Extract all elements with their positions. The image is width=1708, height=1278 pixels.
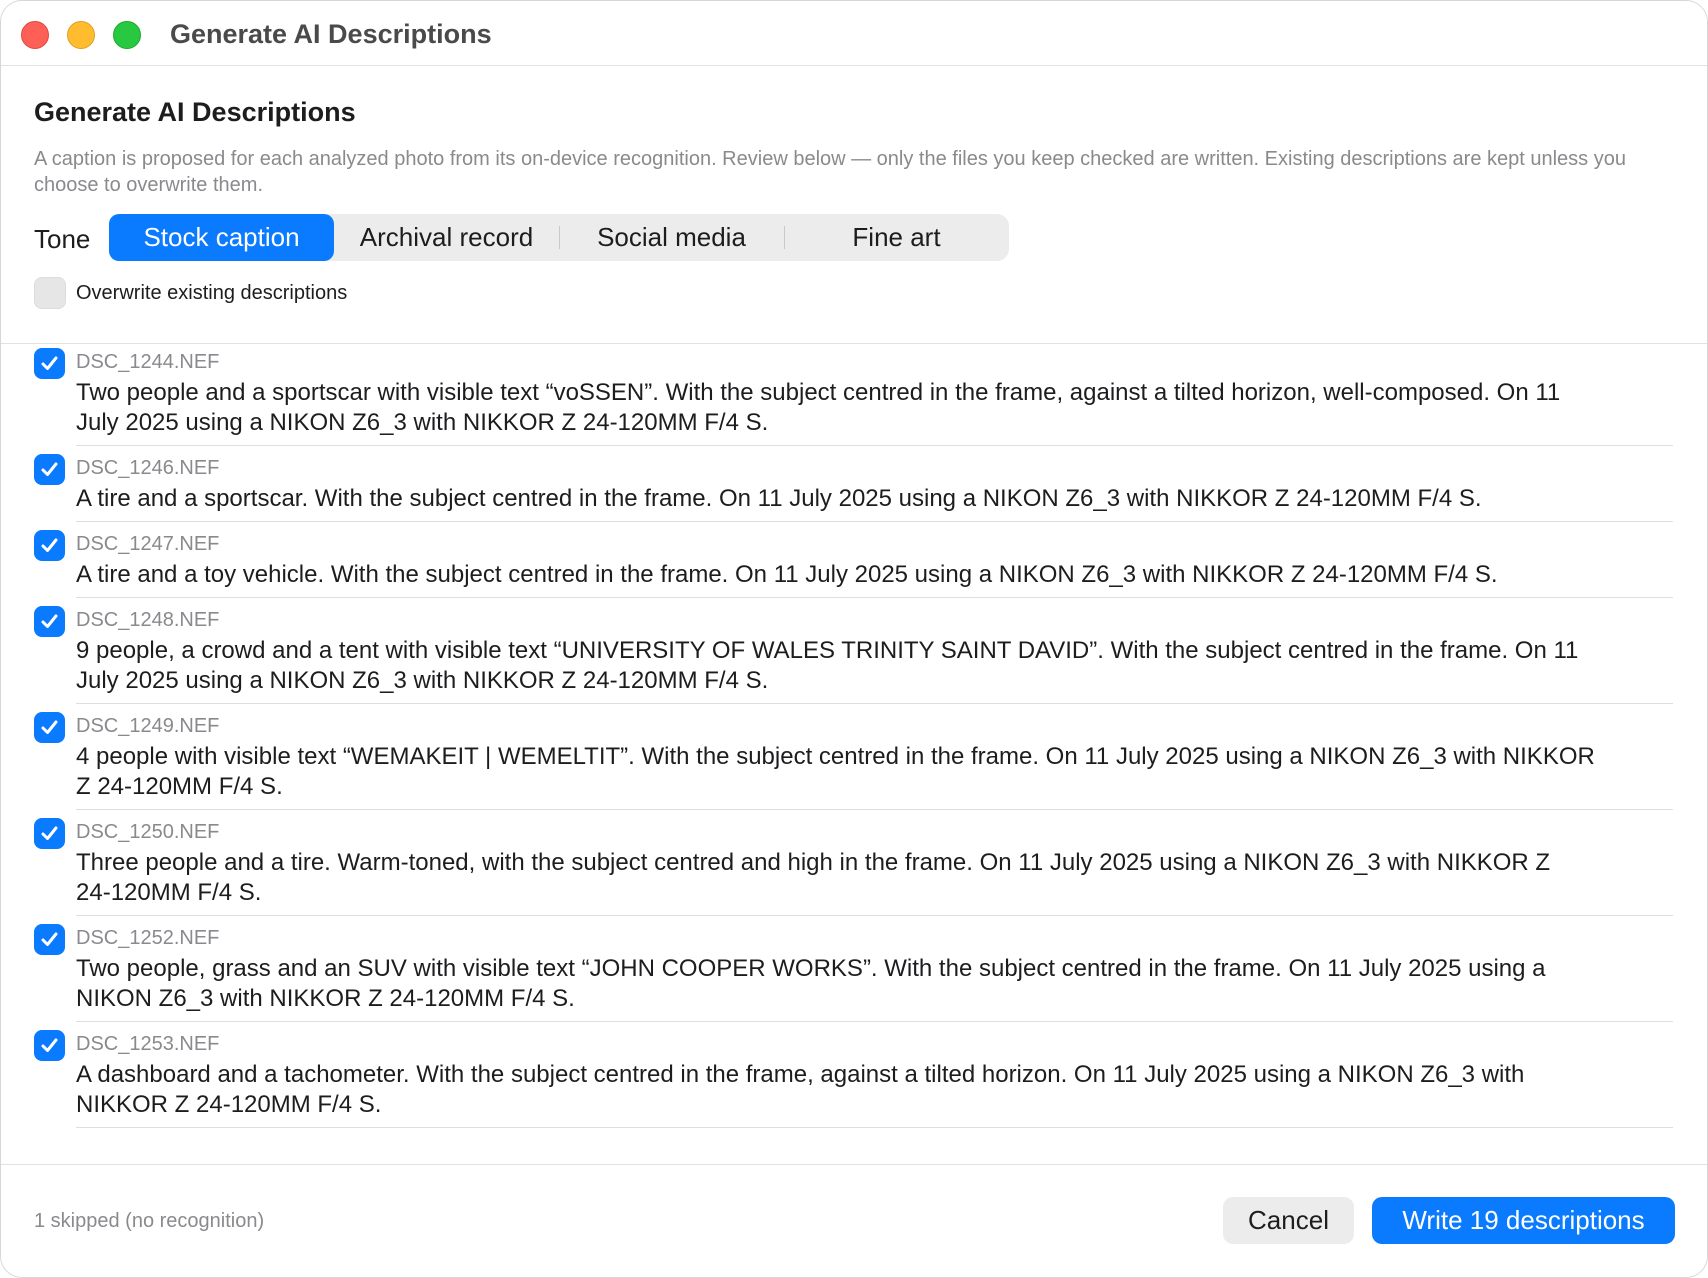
item-description[interactable]: Two people, grass and an SUV with visibl…	[76, 954, 1673, 1014]
checkmark-icon	[41, 538, 58, 552]
description-line: 24-120MM F/4 S.	[76, 879, 262, 906]
write-descriptions-button[interactable]: Write 19 descriptions	[1372, 1197, 1675, 1244]
tone-option-fine-art[interactable]: Fine art	[784, 214, 1009, 261]
item-filename: DSC_1252.NEF	[76, 927, 220, 949]
checkmark-icon	[41, 462, 58, 476]
item-checkbox[interactable]	[34, 924, 65, 955]
item-filename: DSC_1246.NEF	[76, 457, 220, 479]
checkmark-icon	[41, 614, 58, 628]
tone-option-social-media[interactable]: Social media	[559, 214, 784, 261]
title-bar: Generate AI Descriptions	[1, 1, 1707, 66]
item-description[interactable]: 9 people, a crowd and a tent with visibl…	[76, 636, 1673, 696]
description-line: July 2025 using a NIKON Z6_3 with NIKKOR…	[76, 409, 769, 436]
checkmark-icon	[41, 356, 58, 370]
description-line: A dashboard and a tachometer. With the s…	[76, 1061, 1525, 1088]
list-item[interactable]: DSC_1244.NEF Two people and a sportscar w…	[1, 344, 1707, 446]
item-description[interactable]: Three people and a tire. Warm-toned, wit…	[76, 848, 1673, 908]
item-filename: DSC_1247.NEF	[76, 533, 220, 555]
description-line: July 2025 using a NIKON Z6_3 with NIKKOR…	[76, 667, 769, 694]
item-filename: DSC_1253.NEF	[76, 1033, 220, 1055]
item-checkbox[interactable]	[34, 348, 65, 379]
list-item[interactable]: DSC_1253.NEF A dashboard and a tachometer…	[1, 1022, 1707, 1128]
cancel-button[interactable]: Cancel	[1223, 1197, 1354, 1244]
item-checkbox[interactable]	[34, 818, 65, 849]
description-line: Three people and a tire. Warm-toned, wit…	[76, 849, 1551, 876]
overwrite-checkbox[interactable]	[34, 277, 66, 309]
tone-label: Tone	[34, 224, 91, 254]
close-window-button[interactable]	[21, 21, 49, 49]
row-separator	[76, 1127, 1673, 1128]
item-filename: DSC_1250.NEF	[76, 821, 220, 843]
item-checkbox[interactable]	[34, 712, 65, 743]
list-item[interactable]: DSC_1250.NEF Three people and a tire. War…	[1, 810, 1707, 916]
item-checkbox[interactable]	[34, 1030, 65, 1061]
minimize-window-button[interactable]	[67, 21, 95, 49]
item-filename: DSC_1249.NEF	[76, 715, 220, 737]
description-line: 9 people, a crowd and a tent with visibl…	[76, 637, 1579, 664]
description-line: Z 24-120MM F/4 S.	[76, 773, 283, 800]
item-filename: DSC_1248.NEF	[76, 609, 220, 631]
tone-option-archival-record[interactable]: Archival record	[334, 214, 559, 261]
dialog-footer: 1 skipped (no recognition) Cancel Write …	[1, 1164, 1707, 1277]
list-item[interactable]: DSC_1247.NEF A tire and a toy vehicle. Wi…	[1, 522, 1707, 598]
checkmark-icon	[41, 932, 58, 946]
item-description[interactable]: A dashboard and a tachometer. With the s…	[76, 1060, 1673, 1120]
description-line: NIKKOR Z 24-120MM F/4 S.	[76, 1091, 382, 1118]
checkmark-icon	[41, 720, 58, 734]
checkmark-icon	[41, 826, 58, 840]
skipped-status: 1 skipped (no recognition)	[34, 1210, 265, 1232]
dialog-header: Generate AI Descriptions A caption is pr…	[34, 97, 1674, 198]
tone-option-stock-caption[interactable]: Stock caption	[109, 214, 334, 261]
description-line: Two people, grass and an SUV with visibl…	[76, 955, 1546, 982]
list-item[interactable]: DSC_1248.NEF 9 people, a crowd and a tent…	[1, 598, 1707, 704]
item-description[interactable]: 4 people with visible text “WEMAKEIT | W…	[76, 742, 1673, 802]
list-item[interactable]: DSC_1249.NEF 4 people with visible text “…	[1, 704, 1707, 810]
description-line: NIKON Z6_3 with NIKKOR Z 24-120MM F/4 S.	[76, 985, 575, 1012]
dialog-heading: Generate AI Descriptions	[34, 97, 356, 127]
description-line: A tire and a sportscar. With the subject…	[76, 485, 1482, 512]
item-filename: DSC_1244.NEF	[76, 351, 220, 373]
item-description[interactable]: A tire and a toy vehicle. With the subje…	[76, 560, 1673, 590]
checkmark-icon	[41, 1038, 58, 1052]
window-title: Generate AI Descriptions	[170, 19, 492, 49]
item-description[interactable]: A tire and a sportscar. With the subject…	[76, 484, 1673, 514]
zoom-window-button[interactable]	[113, 21, 141, 49]
description-line: Two people and a sportscar with visible …	[76, 379, 1561, 406]
overwrite-label: Overwrite existing descriptions	[76, 282, 348, 304]
list-item[interactable]: DSC_1252.NEF Two people, grass and an SUV…	[1, 916, 1707, 1022]
dialog-subtitle: A caption is proposed for each analyzed …	[34, 148, 1626, 196]
description-line: A tire and a toy vehicle. With the subje…	[76, 561, 1498, 588]
item-description[interactable]: Two people and a sportscar with visible …	[76, 378, 1673, 438]
description-list[interactable]: DSC_1244.NEF Two people and a sportscar w…	[1, 343, 1707, 1166]
item-checkbox[interactable]	[34, 606, 65, 637]
item-checkbox[interactable]	[34, 454, 65, 485]
tone-segmented-control[interactable]: Stock caption Archival record Social med…	[109, 214, 1009, 261]
item-checkbox[interactable]	[34, 530, 65, 561]
dialog-window: Generate AI Descriptions Generate AI Des…	[0, 0, 1708, 1278]
list-item[interactable]: DSC_1246.NEF A tire and a sportscar. With…	[1, 446, 1707, 522]
description-line: 4 people with visible text “WEMAKEIT | W…	[76, 743, 1595, 770]
